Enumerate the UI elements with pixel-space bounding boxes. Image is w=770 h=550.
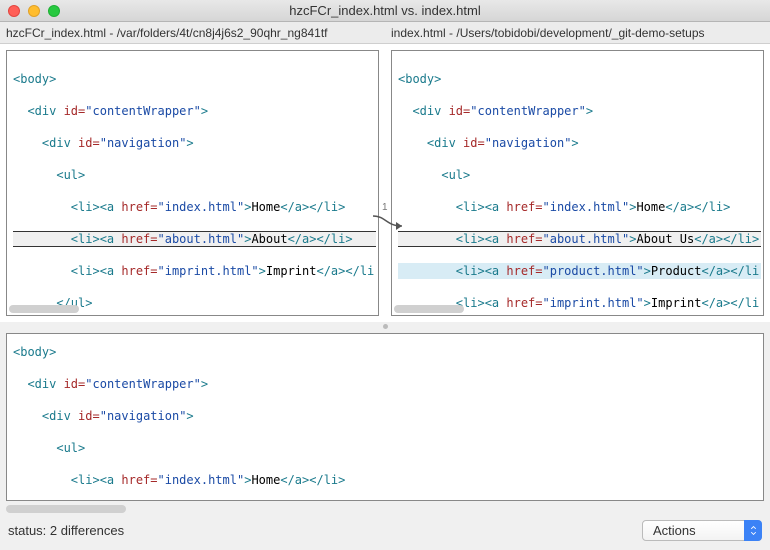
code-line[interactable]: <div id="contentWrapper"> — [398, 103, 761, 119]
chevron-down-icon — [744, 520, 762, 541]
code-line[interactable]: <ul> — [13, 440, 761, 456]
merged-result-pane[interactable]: <body> <div id="contentWrapper"> <div id… — [6, 333, 764, 501]
zoom-window-button[interactable] — [48, 5, 60, 17]
code-line[interactable]: <li><a href="about.html">About Us</a></l… — [398, 231, 761, 247]
code-line[interactable]: <body> — [13, 71, 376, 87]
close-window-button[interactable] — [8, 5, 20, 17]
pane-splitter[interactable] — [0, 322, 770, 330]
minimize-window-button[interactable] — [28, 5, 40, 17]
left-file-path: hzcFCr_index.html - /var/folders/4t/cn8j… — [0, 23, 385, 43]
window-titlebar: hzcFCr_index.html vs. index.html — [0, 0, 770, 22]
diff-hunk-badge: 1 — [382, 202, 388, 213]
right-file-path: index.html - /Users/tobidobi/development… — [385, 23, 770, 43]
actions-dropdown[interactable]: Actions — [642, 520, 762, 541]
file-path-bar: hzcFCr_index.html - /var/folders/4t/cn8j… — [0, 22, 770, 44]
code-line[interactable]: <li><a href="about.html">About</a></li> — [13, 231, 376, 247]
diff-panes: <body> <div id="contentWrapper"> <div id… — [0, 44, 770, 322]
window-title: hzcFCr_index.html vs. index.html — [0, 3, 770, 18]
code-line[interactable]: <div id="contentWrapper"> — [13, 376, 761, 392]
code-line[interactable]: <li><a href="index.html">Home</a></li> — [398, 199, 761, 215]
code-line[interactable]: <body> — [13, 344, 761, 360]
code-line[interactable]: <div id="navigation"> — [13, 135, 376, 151]
horizontal-scrollbar[interactable] — [6, 505, 126, 513]
code-line[interactable]: <body> — [398, 71, 761, 87]
code-line[interactable]: <ul> — [13, 167, 376, 183]
code-line[interactable]: <li><a href="index.html">Home</a></li> — [13, 472, 761, 488]
code-line[interactable]: <li><a href="imprint.html">Imprint</a></… — [13, 263, 376, 279]
horizontal-scrollbar[interactable] — [394, 305, 464, 313]
status-bar: status: 2 differences Actions — [0, 515, 770, 545]
left-diff-pane[interactable]: <body> <div id="contentWrapper"> <div id… — [6, 50, 379, 316]
code-line[interactable]: <div id="navigation"> — [398, 135, 761, 151]
right-diff-pane[interactable]: <body> <div id="contentWrapper"> <div id… — [391, 50, 764, 316]
status-value: 2 differences — [50, 523, 124, 538]
code-line[interactable]: <div id="navigation"> — [13, 408, 761, 424]
code-line[interactable]: <li><a href="product.html">Product</a></… — [398, 263, 761, 279]
status-label: status: — [8, 523, 46, 538]
code-line[interactable]: <ul> — [398, 167, 761, 183]
code-line[interactable]: <div id="contentWrapper"> — [13, 103, 376, 119]
horizontal-scrollbar[interactable] — [9, 305, 79, 313]
code-line[interactable]: <li><a href="index.html">Home</a></li> — [13, 199, 376, 215]
